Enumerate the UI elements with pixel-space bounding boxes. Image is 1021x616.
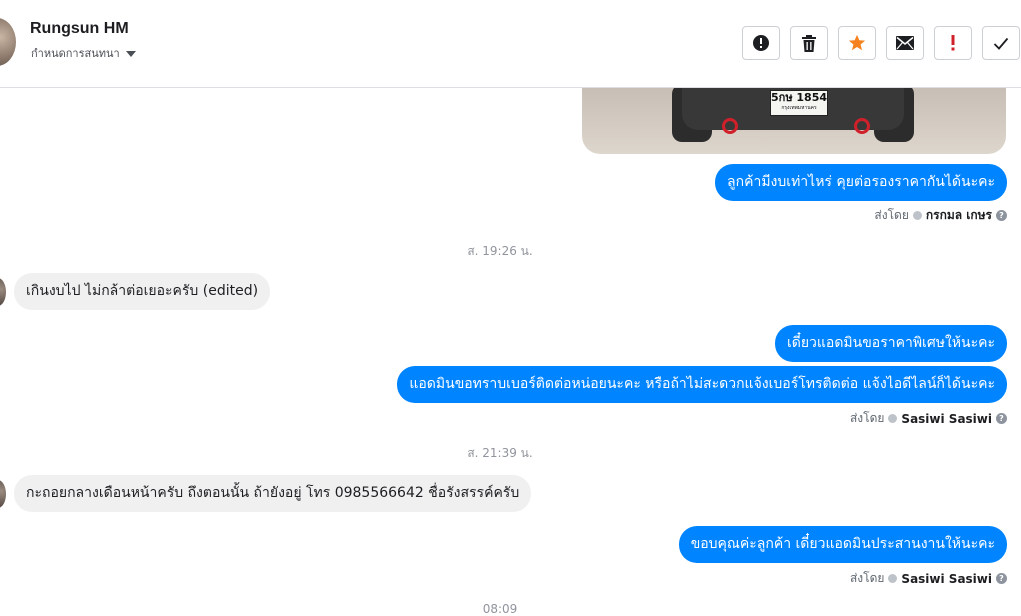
contact-avatar[interactable]	[0, 18, 16, 66]
message-incoming[interactable]: กะถอยกลางเดือนหน้าครับ ถึงตอนนั้น ถ้ายัง…	[14, 475, 532, 512]
message-incoming[interactable]: เกินงบไป ไม่กล้าต่อเยอะครับ (edited)	[14, 273, 271, 310]
timestamp: 08:09	[482, 602, 518, 616]
sent-by-row: ส่งโดย Sasiwi Sasiwi ?	[850, 569, 1007, 588]
tow-hook-left	[722, 118, 738, 134]
sender-name[interactable]: Sasiwi Sasiwi	[901, 572, 992, 586]
star-button[interactable]	[838, 26, 876, 60]
envelope-icon	[896, 36, 914, 50]
help-icon[interactable]: ?	[996, 413, 1007, 424]
message-outgoing[interactable]: แอดมินขอทราบเบอร์ติดต่อหน่อยนะคะ หรือถ้า…	[397, 366, 1007, 403]
message-outgoing[interactable]: เดี๋ยวแอดมินขอราคาพิเศษให้นะคะ	[774, 325, 1007, 362]
trash-icon	[802, 34, 816, 52]
sent-by-row: ส่งโดย กรกมล เกษร ?	[874, 206, 1007, 225]
assign-conversation-label: กำหนดการสนทนา	[31, 47, 120, 60]
agent-status-icon	[888, 574, 898, 583]
alert-circle-icon	[753, 35, 769, 51]
sender-name[interactable]: Sasiwi Sasiwi	[901, 412, 992, 426]
message-outgoing[interactable]: ขอบคุณค่ะลูกค้า เดี๋ยวแอดมินประสานงานให้…	[678, 526, 1007, 563]
contact-name[interactable]: Rungsun HM	[30, 20, 129, 38]
spam-button[interactable]	[742, 26, 780, 60]
contact-mini-avatar	[0, 480, 6, 508]
contact-mini-avatar	[0, 278, 6, 306]
star-icon	[848, 34, 866, 51]
done-button[interactable]	[982, 26, 1020, 60]
timestamp: ส. 19:26 น.	[467, 244, 533, 258]
message-thread[interactable]: 5กษ 1854 กรุงเทพมหานคร ลูกค้ามีงบเท่าไหร…	[0, 88, 1021, 616]
agent-status-icon	[888, 414, 898, 423]
license-plate-province: กรุงเทพมหานคร	[781, 105, 817, 111]
sent-by-label: ส่งโดย	[849, 571, 885, 585]
delete-button[interactable]	[790, 26, 828, 60]
sent-by-row: ส่งโดย Sasiwi Sasiwi ?	[850, 409, 1007, 428]
assign-conversation-dropdown[interactable]: กำหนดการสนทนา	[31, 44, 136, 62]
conversation-header: Rungsun HM กำหนดการสนทนา	[0, 0, 1021, 88]
mark-unread-button[interactable]	[886, 26, 924, 60]
sent-by-label: ส่งโดย	[874, 208, 909, 222]
message-outgoing[interactable]: ลูกค้ามีงบเท่าไหร่ คุยต่อรองราคากันได้นะ…	[715, 164, 1007, 201]
follow-up-button[interactable]	[934, 26, 972, 60]
check-icon	[993, 37, 1009, 50]
help-icon[interactable]: ?	[996, 573, 1007, 584]
license-plate: 5กษ 1854 กรุงเทพมหานคร	[770, 90, 828, 116]
sender-name[interactable]: กรกมล เกษร	[926, 206, 992, 225]
sent-by-label: ส่งโดย	[849, 411, 885, 425]
car-photo-attachment[interactable]: 5กษ 1854 กรุงเทพมหานคร	[582, 88, 1006, 154]
conversation-actions	[742, 26, 1020, 60]
tow-hook-right	[854, 118, 870, 134]
license-plate-number: 5กษ 1854	[771, 91, 828, 104]
caret-down-icon	[125, 51, 136, 57]
timestamp: ส. 21:39 น.	[467, 446, 533, 460]
exclamation-icon	[951, 35, 955, 51]
help-icon[interactable]: ?	[996, 210, 1007, 221]
agent-status-icon	[912, 211, 922, 220]
